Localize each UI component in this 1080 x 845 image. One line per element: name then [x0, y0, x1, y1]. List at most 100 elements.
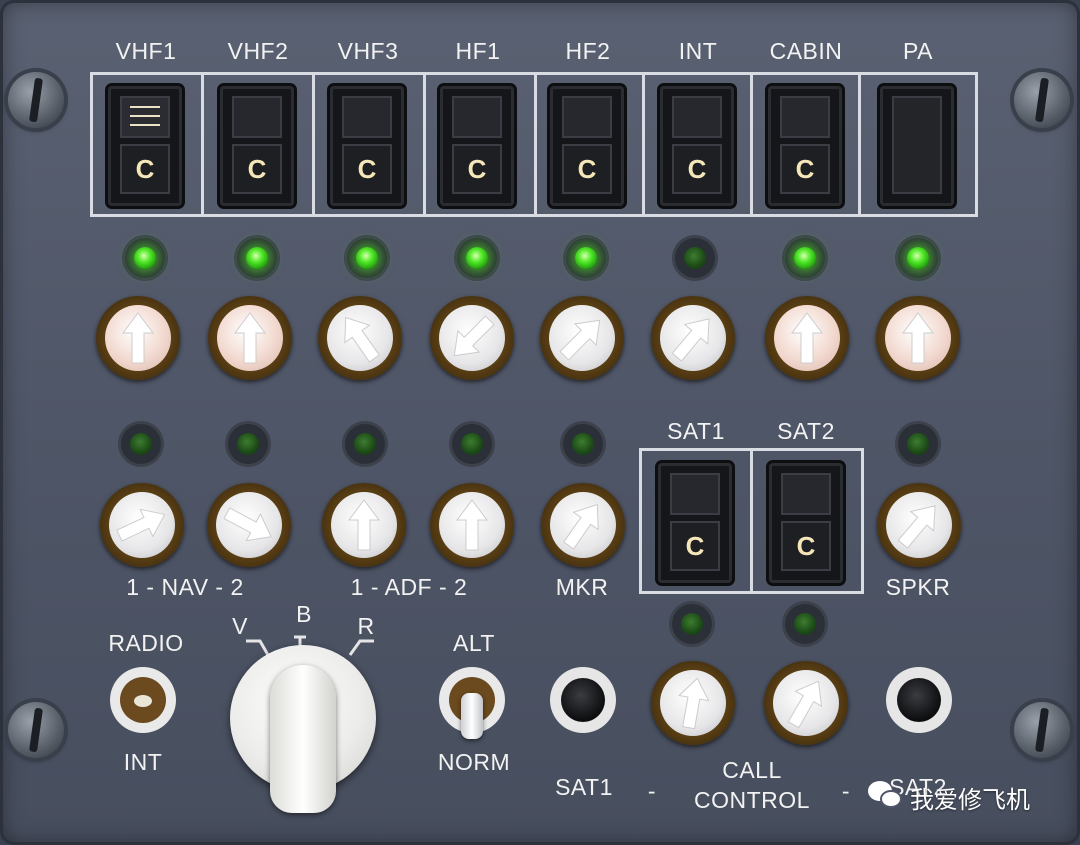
arrow-up-icon: [902, 312, 934, 364]
sat2-call-jack[interactable]: [886, 667, 952, 733]
voice-filter-selector[interactable]: [230, 645, 376, 813]
adf2-volume-knob[interactable]: [430, 483, 514, 567]
int-transmit-selector[interactable]: C: [660, 86, 734, 206]
vhf2-call-light: C: [232, 144, 282, 194]
sat2-transmit-selector[interactable]: C: [769, 463, 843, 583]
vhf1-receive-light: [125, 238, 165, 278]
label-hf1: HF1: [455, 38, 501, 64]
arrow-up-icon: [791, 312, 823, 364]
screw-top-right-icon: [1014, 72, 1070, 128]
nav2-volume-knob[interactable]: [207, 483, 291, 567]
int-call-light: C: [672, 144, 722, 194]
vhf1-transmit-selector[interactable]: C: [108, 86, 182, 206]
spkr-label: SPKR: [885, 574, 951, 600]
sat2-call-light: C: [781, 521, 831, 571]
label-int: INT: [678, 38, 718, 64]
sat1-volume-knob[interactable]: [651, 661, 735, 745]
sat1-call-jack[interactable]: [550, 667, 616, 733]
nav2-receive-light: [228, 424, 268, 464]
sat2-volume-knob[interactable]: [764, 661, 848, 745]
hf1-receive-light: [457, 238, 497, 278]
int-volume-knob[interactable]: [651, 296, 735, 380]
arrow-up-icon: [456, 499, 488, 551]
radio-int-switch[interactable]: [110, 667, 176, 733]
pa-transmit-selector[interactable]: [880, 86, 954, 206]
hf2-volume-knob[interactable]: [540, 296, 624, 380]
radio-label: RADIO: [108, 630, 184, 656]
sat1-call-light: C: [670, 521, 720, 571]
control-label: CONTROL: [694, 787, 810, 813]
mkr-label: MKR: [555, 574, 609, 600]
arrow-up-right-icon: [787, 680, 823, 729]
nav-label: 1 - NAV - 2: [126, 574, 244, 600]
alt-norm-switch[interactable]: [439, 667, 505, 739]
vhf2-volume-knob[interactable]: [208, 296, 292, 380]
watermark-text: 我爱修飞机: [910, 786, 1030, 814]
screw-bottom-right-icon: [1014, 702, 1070, 758]
vhf1-call-light: C: [120, 144, 170, 194]
selector-pointer: [270, 665, 336, 813]
adf-label: 1 - ADF - 2: [350, 574, 468, 600]
arrow-up-right-icon: [897, 505, 936, 549]
vhf2-transmit-selector[interactable]: C: [220, 86, 294, 206]
hf2-call-light: C: [562, 144, 612, 194]
cabin-transmit-selector[interactable]: C: [768, 86, 842, 206]
sat2-receive-light: [785, 604, 825, 644]
dash-left: -: [647, 778, 657, 804]
norm-label: NORM: [437, 749, 511, 775]
vhf3-transmit-selector[interactable]: C: [330, 86, 404, 206]
vhf1-volume-knob[interactable]: [96, 296, 180, 380]
label-vhf3: VHF3: [337, 38, 399, 64]
arrow-up-right-icon: [671, 318, 710, 362]
call-label: CALL: [722, 757, 782, 783]
arrow-up-icon: [122, 312, 154, 364]
screw-top-left-icon: [8, 72, 64, 128]
int-receive-light: [675, 238, 715, 278]
screw-bottom-left-icon: [8, 702, 64, 758]
vhf3-volume-knob[interactable]: [318, 296, 402, 380]
filter-label-b: B: [296, 601, 312, 627]
spkr-volume-knob[interactable]: [877, 483, 961, 567]
mkr-volume-knob[interactable]: [541, 483, 625, 567]
label-pa: PA: [903, 38, 933, 64]
arrow-down-left-icon: [453, 315, 495, 357]
arrow-up-icon: [678, 677, 710, 730]
vhf3-call-light: C: [342, 144, 392, 194]
wechat-icon: [868, 781, 904, 811]
sat1-transmit-selector[interactable]: C: [658, 463, 732, 583]
arrow-up-right-icon: [559, 319, 601, 361]
pa-volume-knob[interactable]: [876, 296, 960, 380]
pa-receive-light: [898, 238, 938, 278]
hf2-transmit-selector[interactable]: C: [550, 86, 624, 206]
arrow-up-left-icon: [344, 316, 380, 363]
adf1-volume-knob[interactable]: [322, 483, 406, 567]
label-sat1-top: SAT1: [667, 418, 725, 444]
vhf3-receive-light: [347, 238, 387, 278]
hf1-transmit-selector[interactable]: C: [440, 86, 514, 206]
adf1-receive-light: [345, 424, 385, 464]
arrow-up-icon: [348, 499, 380, 551]
dash-right: -: [841, 778, 851, 804]
alt-label: ALT: [453, 630, 495, 656]
cabin-volume-knob[interactable]: [765, 296, 849, 380]
arrow-down-right-icon: [223, 507, 272, 542]
spkr-receive-light: [898, 424, 938, 464]
label-vhf1: VHF1: [115, 38, 177, 64]
label-cabin: CABIN: [769, 38, 843, 64]
cabin-call-light: C: [780, 144, 830, 194]
hf1-volume-knob[interactable]: [430, 296, 514, 380]
arrow-up-right-icon: [563, 503, 599, 550]
sat1-receive-light: [672, 604, 712, 644]
adf2-receive-light: [452, 424, 492, 464]
int-label: INT: [123, 749, 163, 775]
hf1-call-light: C: [452, 144, 502, 194]
label-hf2: HF2: [565, 38, 611, 64]
cabin-receive-light: [785, 238, 825, 278]
arrow-up-right-icon: [116, 508, 166, 542]
arrow-up-icon: [234, 312, 266, 364]
nav1-receive-light: [121, 424, 161, 464]
vhf2-receive-light: [237, 238, 277, 278]
nav1-volume-knob[interactable]: [100, 483, 184, 567]
sat1-bottom-label: SAT1: [555, 774, 613, 800]
label-vhf2: VHF2: [227, 38, 289, 64]
